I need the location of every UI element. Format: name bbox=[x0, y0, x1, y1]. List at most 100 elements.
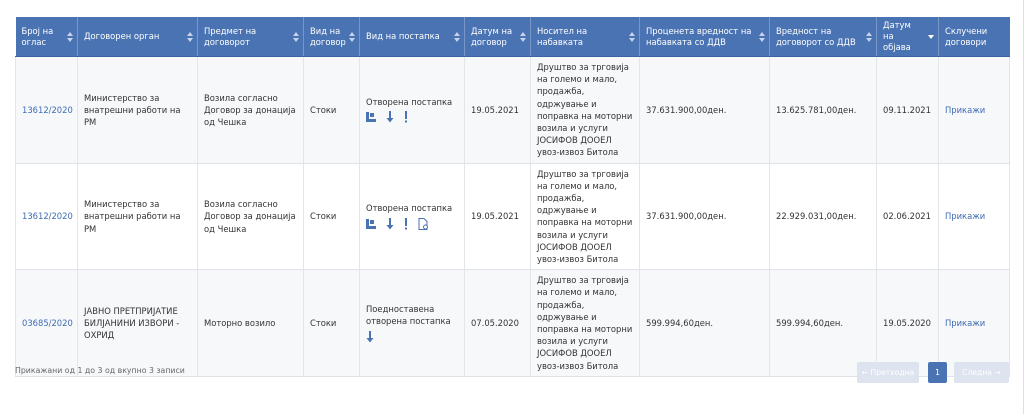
sort-icon bbox=[866, 31, 872, 42]
contract-holder: Друштво за трговија на големо и мало, пр… bbox=[537, 275, 633, 371]
column-header[interactable]: Вредност на договорот со ДДВ bbox=[769, 17, 877, 57]
column-header-label: Вредност на договорот со ДДВ bbox=[776, 25, 856, 47]
estimated-value: 37.631.900,00ден. bbox=[646, 211, 727, 222]
column-header[interactable]: Датум на објава bbox=[876, 17, 939, 57]
table-cell: Прикажи bbox=[938, 56, 1010, 164]
table-body: 13612/2020 Министерство за внатрешни рабо… bbox=[15, 56, 1010, 377]
procedure-type: Отворена постапка bbox=[366, 96, 453, 107]
column-header-label: Носител на набавката bbox=[537, 25, 588, 47]
column-header-label: Датум на објава bbox=[883, 20, 911, 52]
table-header-row: Број на оглас Договорен орган Предмет на д… bbox=[15, 17, 1010, 57]
column-header[interactable]: Број на оглас bbox=[15, 17, 78, 57]
contract-date: 07.05.2020 bbox=[471, 317, 519, 328]
sort-icon bbox=[629, 31, 635, 42]
table-cell: Поедноставена отворена постапка bbox=[359, 269, 465, 377]
table-cell: Стоки bbox=[303, 269, 360, 377]
contract-holder: Друштво за трговија на големо и мало, пр… bbox=[537, 168, 633, 265]
contract-subject: Моторно возило bbox=[204, 317, 276, 328]
table-cell: 07.05.2020 bbox=[464, 269, 531, 377]
download-arrow-icon[interactable] bbox=[386, 111, 394, 123]
column-header-label: Предмет на договорот bbox=[204, 25, 257, 47]
sort-icon bbox=[759, 31, 765, 42]
column-header[interactable]: Предмет на договорот bbox=[197, 17, 304, 57]
contracting-authority: Министерство за внатрешни работи на РМ bbox=[84, 92, 181, 127]
procedure-icons bbox=[366, 218, 458, 231]
table-cell: Отворена постапка bbox=[359, 56, 465, 164]
publication-date: 02.06.2021 bbox=[883, 211, 931, 222]
procedure-icons bbox=[366, 111, 458, 124]
table-cell: Стоки bbox=[303, 56, 360, 164]
column-header[interactable]: Носител на набавката bbox=[530, 17, 640, 57]
column-header: Склучени договори bbox=[938, 17, 1010, 57]
table-cell: 22.929.031,00ден. bbox=[769, 163, 877, 271]
column-header-label: Договорен орган bbox=[84, 31, 160, 41]
show-contracts-link[interactable]: Прикажи bbox=[945, 318, 985, 328]
notice-link[interactable]: 13612/2020 bbox=[22, 211, 73, 221]
notice-link[interactable]: 03685/2020 bbox=[22, 318, 73, 328]
notice-link[interactable]: 13612/2020 bbox=[22, 105, 73, 115]
corner-doc-icon[interactable] bbox=[366, 112, 376, 123]
sort-icon bbox=[454, 31, 460, 42]
table-cell: Стоки bbox=[303, 163, 360, 271]
contract-value: 13.625.781,00ден. bbox=[776, 104, 857, 115]
column-header[interactable]: Датум на договор bbox=[464, 17, 531, 57]
sort-icon bbox=[520, 31, 526, 42]
table-cell: 37.631.900,00ден. bbox=[639, 56, 770, 164]
show-contracts-link[interactable]: Прикажи bbox=[945, 105, 985, 115]
table-cell: 599.994,60ден. bbox=[639, 269, 770, 377]
table-cell: 37.631.900,00ден. bbox=[639, 163, 770, 271]
table-cell: Министерство за внатрешни работи на РМ bbox=[77, 163, 198, 271]
table-cell: Возила согласно Договор за донација од Ч… bbox=[197, 56, 304, 164]
corner-doc-icon[interactable] bbox=[366, 219, 376, 230]
exclamation-icon[interactable] bbox=[404, 111, 408, 123]
contract-value: 599.994,60ден. bbox=[776, 317, 844, 328]
table-cell: Возила согласно Договор за донација од Ч… bbox=[197, 163, 304, 271]
contracting-authority: Министерство за внатрешни работи на РМ bbox=[84, 199, 181, 234]
table-cell: Прикажи bbox=[938, 269, 1010, 377]
contract-date: 19.05.2021 bbox=[471, 211, 519, 222]
table-row: 03685/2020 ЈАВНО ПРЕТПРИЈАТИЕ БИЛЈАНИНИ И… bbox=[15, 269, 1010, 377]
table-row: 13612/2020 Министерство за внатрешни рабо… bbox=[15, 56, 1010, 164]
contract-holder: Друштво за трговија на големо и мало, пр… bbox=[537, 62, 633, 158]
download-arrow-icon[interactable] bbox=[386, 218, 394, 230]
column-header[interactable]: Вид на договор bbox=[303, 17, 360, 57]
table-cell: Моторно возило bbox=[197, 269, 304, 377]
sort-icon bbox=[293, 31, 299, 42]
column-header[interactable]: Договорен орган bbox=[77, 17, 198, 57]
contract-subject: Возила согласно Договор за донација од Ч… bbox=[204, 92, 296, 127]
table-cell: ЈАВНО ПРЕТПРИЈАТИЕ БИЛЈАНИНИ ИЗВОРИ - ОХ… bbox=[77, 269, 198, 377]
procedure-type: Отворена постапка bbox=[366, 203, 453, 214]
show-contracts-link[interactable]: Прикажи bbox=[945, 211, 985, 221]
column-header[interactable]: Вид на постапка bbox=[359, 17, 465, 57]
contract-value: 22.929.031,00ден. bbox=[776, 211, 857, 222]
column-header[interactable]: Проценета вредност на набавката со ДДВ bbox=[639, 17, 770, 57]
table-cell: 599.994,60ден. bbox=[769, 269, 877, 377]
table-cell: Прикажи bbox=[938, 163, 1010, 271]
sort-desc-icon bbox=[928, 32, 934, 42]
column-header-label: Број на оглас bbox=[21, 25, 54, 47]
column-header-label: Вид на договор bbox=[310, 25, 346, 47]
download-arrow-icon[interactable] bbox=[366, 330, 374, 343]
table-cell: Друштво за трговија на големо и мало, пр… bbox=[530, 269, 640, 377]
table-cell: Друштво за трговија на големо и мало, пр… bbox=[530, 56, 640, 164]
table-cell: Отворена постапка bbox=[359, 163, 465, 271]
document-gear-icon[interactable] bbox=[418, 218, 429, 231]
sort-icon bbox=[67, 31, 73, 42]
publication-date: 19.05.2020 bbox=[883, 317, 931, 328]
table-cell: 02.06.2021 bbox=[876, 163, 939, 271]
pagination-page-1[interactable]: 1 bbox=[928, 362, 947, 383]
publication-date: 09.11.2021 bbox=[883, 104, 931, 115]
exclamation-icon[interactable] bbox=[404, 218, 408, 230]
estimated-value: 599.994,60ден. bbox=[646, 317, 714, 328]
column-header-label: Проценета вредност на набавката со ДДВ bbox=[646, 25, 752, 47]
pagination-next-button[interactable]: Следна → bbox=[954, 362, 1009, 383]
records-info: Прикажани од 1 до 3 од вкупно 3 записи bbox=[15, 366, 185, 375]
table-row: 13612/2020 Министерство за внатрешни рабо… bbox=[15, 163, 1010, 271]
contracts-table: Број на оглас Договорен орган Предмет на д… bbox=[15, 17, 1010, 377]
procedure-type: Поедноставена отворена постапка bbox=[366, 303, 451, 327]
contract-type: Стоки bbox=[310, 317, 337, 328]
table-cell: 19.05.2021 bbox=[464, 56, 531, 164]
column-header-label: Датум на договор bbox=[471, 25, 513, 47]
table-cell: 19.05.2021 bbox=[464, 163, 531, 271]
pagination-prev-button[interactable]: ← Претходна bbox=[857, 362, 919, 383]
